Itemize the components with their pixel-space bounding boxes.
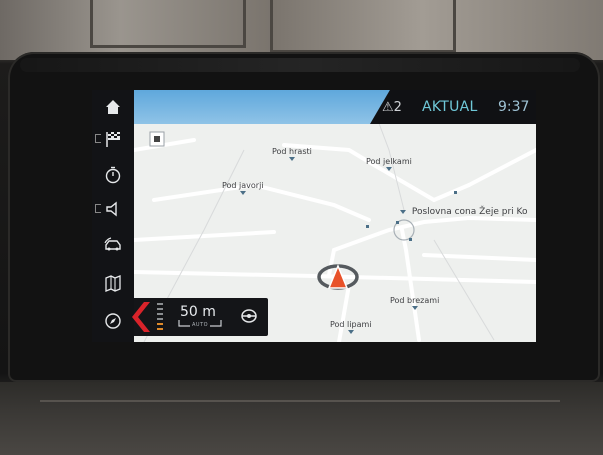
sidebar-item-audio[interactable] [92, 192, 134, 226]
sidebar-item-traffic[interactable] [92, 228, 134, 262]
sidebar-item-home[interactable] [92, 90, 134, 124]
scale-bracket [178, 320, 222, 327]
bezel-glare [20, 58, 580, 72]
place-name: Pod brezami [390, 296, 440, 305]
place-name: Pod lipami [330, 320, 372, 329]
place-name: Pod jelkami [366, 157, 412, 166]
place-marker-icon [411, 306, 418, 310]
sidebar-item-timer[interactable] [92, 158, 134, 192]
stopwatch-icon [105, 166, 121, 184]
place-marker-icon [239, 191, 246, 195]
traffic-alert-count[interactable]: ⚠2 [382, 100, 402, 115]
building-window-frame [90, 0, 246, 48]
submenu-marker [95, 204, 101, 213]
destination-flag-icon [106, 132, 120, 147]
map-place-label[interactable]: Pod brezami [390, 296, 439, 310]
sidebar-menu [92, 90, 134, 342]
map-place-label[interactable]: Pod lipami [330, 320, 372, 334]
map-place-label[interactable]: Pod hrasti [272, 147, 312, 161]
poi-parking-icon [149, 131, 165, 147]
map-scale-distance[interactable]: 50 m [180, 304, 216, 320]
car-traffic-icon [104, 237, 121, 251]
place-marker-icon [385, 167, 392, 171]
compass-icon [105, 313, 121, 329]
place-marker-icon [288, 157, 295, 161]
home-icon [106, 100, 120, 114]
turn-left-arrow-icon[interactable] [130, 300, 156, 334]
clock-time: 9:37 [498, 99, 530, 115]
place-name: Pod javorji [222, 181, 264, 190]
dashboard-trim [0, 382, 603, 455]
place-marker-icon [400, 210, 406, 214]
map-place-label[interactable]: Pod javorji [222, 181, 264, 195]
sidebar-item-map[interactable] [92, 266, 134, 300]
place-name: Poslovna cona Žeje pri Ko [411, 207, 528, 217]
sidebar-item-compass[interactable] [92, 304, 134, 338]
sidebar-item-destination[interactable] [92, 122, 134, 156]
traffic-status-label[interactable]: AKTUAL [422, 99, 478, 115]
zoom-level-indicator[interactable] [157, 303, 163, 331]
place-marker-icon [347, 330, 354, 334]
route-settings-icon[interactable] [240, 308, 258, 324]
trim-line [40, 400, 560, 402]
place-name: Pod hrasti [272, 147, 312, 156]
map-book-icon [105, 275, 121, 292]
submenu-marker [95, 134, 101, 143]
map-place-label[interactable]: Poslovna cona Žeje pri Ko [400, 207, 527, 217]
map-place-label[interactable]: Pod jelkami [366, 157, 412, 171]
building-window-frame [270, 0, 456, 53]
speaker-icon [106, 201, 117, 217]
